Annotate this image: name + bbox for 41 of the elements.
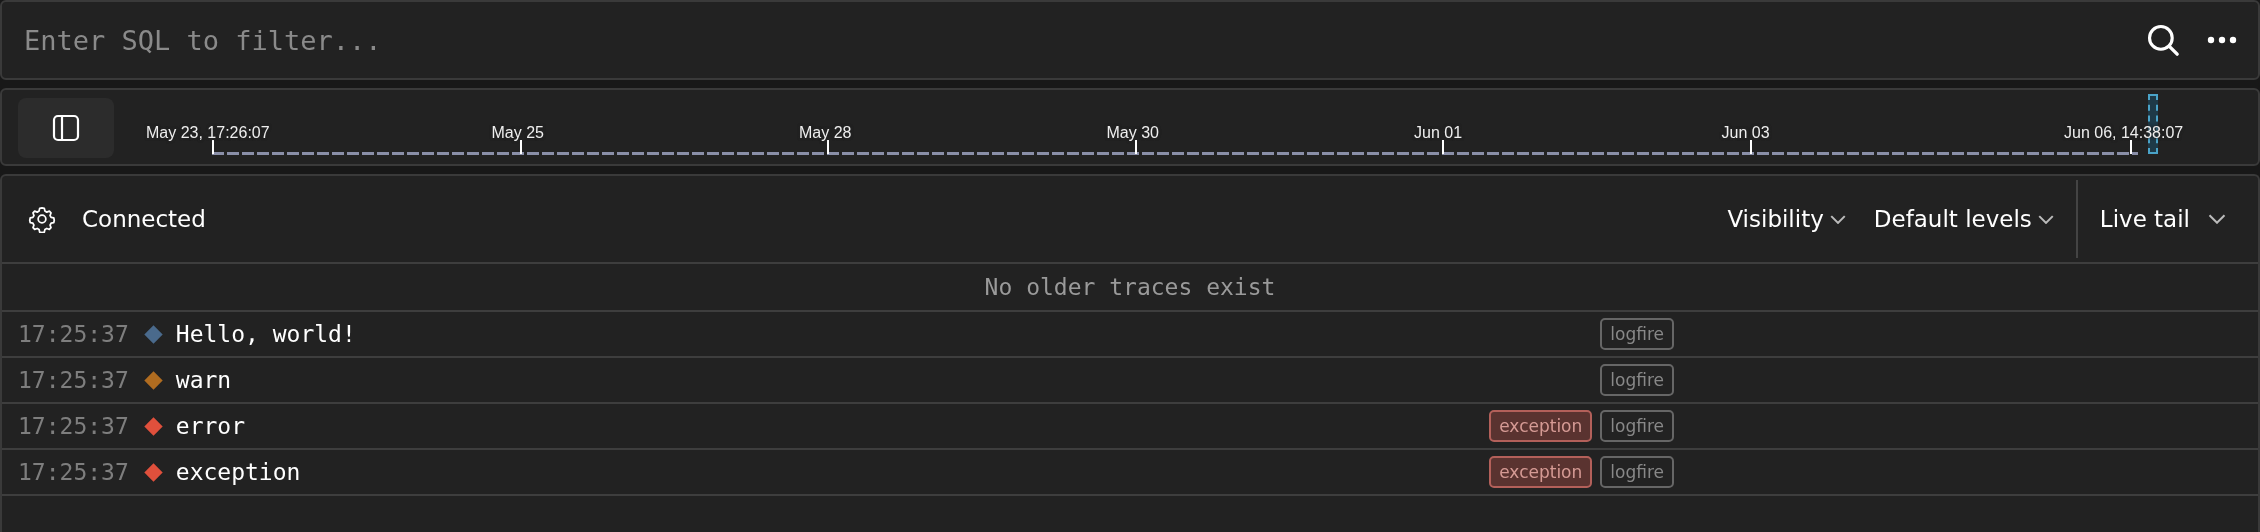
timestamp: 17:25:37: [18, 321, 129, 347]
chevron-down-icon: [2208, 214, 2226, 224]
tag: logfire: [1600, 318, 1674, 350]
sidebar-icon: [52, 114, 80, 142]
timeline-label: May 28: [799, 124, 852, 142]
settings-icon[interactable]: [28, 205, 56, 233]
log-row[interactable]: 17:25:37 Hello, world! logfire: [2, 312, 2258, 358]
timeline-label: May 25: [491, 124, 544, 142]
filter-dropdown[interactable]: Default levels: [1859, 194, 2068, 244]
timeline-label: Jun 06, 14:38:07: [2064, 124, 2184, 142]
timestamp: 17:25:37: [18, 459, 129, 485]
more-icon[interactable]: [2206, 36, 2238, 44]
sidebar-toggle-button[interactable]: [18, 98, 114, 158]
log-row[interactable]: 17:25:37 exception exception logfire: [2, 450, 2258, 496]
search-bar[interactable]: Enter SQL to filter...: [0, 0, 2260, 80]
empty-notice: No older traces exist: [984, 274, 1276, 300]
tag: exception: [1489, 410, 1593, 442]
search-icon[interactable]: [2146, 23, 2180, 57]
tag: exception: [1489, 456, 1593, 488]
chevron-down-icon: [1829, 214, 1846, 224]
tag: logfire: [1600, 364, 1674, 396]
live-tail-dropdown[interactable]: Live tail: [2085, 194, 2258, 244]
log-message: exception: [175, 459, 301, 485]
search-field[interactable]: Enter SQL to filter...: [22, 23, 2120, 57]
timeline-label: Jun 03: [1721, 124, 1770, 142]
timeline-axis[interactable]: [212, 152, 2138, 155]
log-message: error: [175, 413, 246, 439]
timeline-label: May 23, 17:26:07: [146, 124, 270, 142]
timeline-label: May 30: [1106, 124, 1159, 142]
log-message: Hello, world!: [175, 321, 356, 347]
connection-status: Connected: [82, 206, 206, 232]
log-row[interactable]: 17:25:37 warn logfire: [2, 358, 2258, 404]
log-message: warn: [175, 367, 232, 393]
log-row[interactable]: 17:25:37 error exception logfire: [2, 404, 2258, 450]
chevron-down-icon: [2037, 214, 2054, 224]
filter-dropdown[interactable]: Visibility: [1713, 194, 1860, 244]
timestamp: 17:25:37: [18, 413, 129, 439]
timeline-label: Jun 01: [1414, 124, 1463, 142]
tag: logfire: [1600, 456, 1674, 488]
tag: logfire: [1600, 410, 1674, 442]
timestamp: 17:25:37: [18, 367, 129, 393]
